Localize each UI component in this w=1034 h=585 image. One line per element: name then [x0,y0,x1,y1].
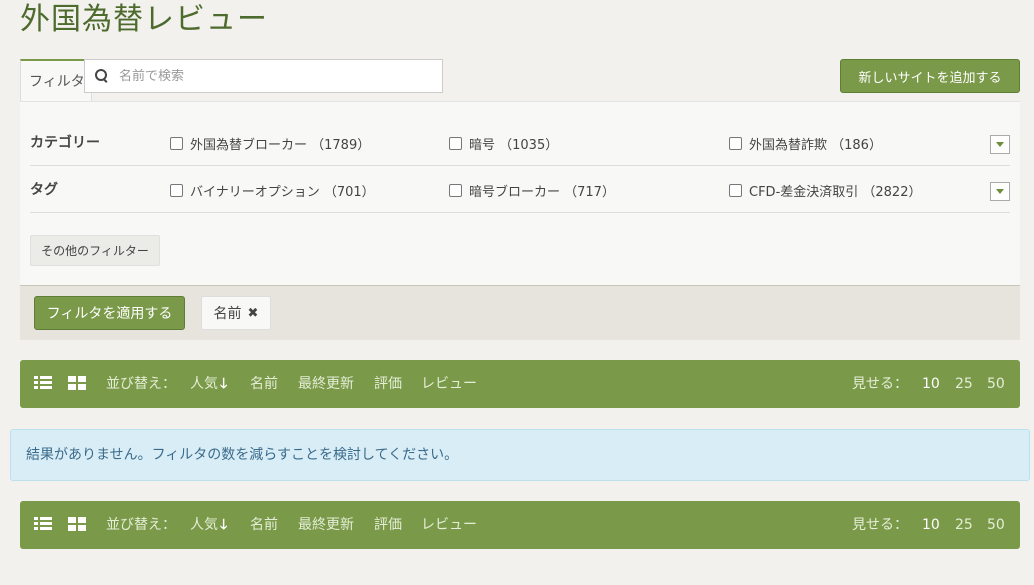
search-input[interactable] [119,68,419,84]
filter-row-label: タグ [30,182,58,198]
filter-row-category: カテゴリー 外国為替ブローカー （1789） 暗号 （1035） 外国為替詐欺 … [30,120,1010,166]
tab-filter[interactable]: フィルタ [20,59,92,103]
no-results-alert: 結果がありません。フィルタの数を減らすことを検討してください。 [10,429,1030,481]
page-size-label: 見せる： [852,376,908,392]
sort-option-name[interactable]: 名前 [250,360,278,408]
filter-row-tag: タグ バイナリーオプション （701） 暗号ブローカー （717） CFD-差金… [30,167,1010,213]
sort-option-label: 人気 [190,376,218,392]
filter-row-label: カテゴリー [30,135,100,151]
checkbox[interactable] [170,183,183,197]
checkbox[interactable] [729,136,742,150]
page-size-25[interactable]: 25 [955,360,973,408]
filter-option-label: 暗号 （1035） [469,137,559,153]
chevron-down-icon[interactable] [990,135,1010,154]
grid-view-icon[interactable] [68,376,86,390]
filter-option-binary-options[interactable]: バイナリーオプション （701） [170,167,375,213]
search-box [84,59,443,93]
sort-option-reviews[interactable]: レビュー [421,501,477,549]
filter-option-label: 外国為替ブローカー （1789） [190,137,371,153]
page-size-10[interactable]: 10 [922,360,940,408]
filter-option-label: 外国為替詐欺 （186） [749,137,882,153]
page-size-25[interactable]: 25 [955,501,973,549]
page-size-label: 見せる： [852,517,908,533]
page-size-50[interactable]: 50 [987,360,1005,408]
sort-label: 並び替え： [106,376,176,392]
page-size-50[interactable]: 50 [987,501,1005,549]
filter-option-label: バイナリーオプション （701） [190,184,375,200]
sort-option-popular[interactable]: 人気 🡓 [190,501,227,549]
add-site-button[interactable]: 新しいサイトを追加する [840,59,1020,93]
filter-option-crypto[interactable]: 暗号 （1035） [449,120,558,166]
page-title: 外国為替レビュー [20,2,268,37]
list-view-icon[interactable] [34,376,52,390]
list-view-icon[interactable] [34,517,52,531]
list-toolbar-top: 並び替え： 人気 🡓 名前 最終更新 評価 レビュー 見せる： 10 25 50 [20,360,1020,408]
sort-option-reviews[interactable]: レビュー [421,360,477,408]
apply-filter-button[interactable]: フィルタを適用する [34,296,185,330]
filter-option-label: 暗号ブローカー （717） [469,184,615,200]
tab-filter-label: フィルタ [29,74,85,90]
filter-option-cfd[interactable]: CFD-差金決済取引 （2822） [729,167,921,213]
active-filter-chip[interactable]: 名前 ✖ [201,296,271,330]
sort-label: 並び替え： [106,517,176,533]
chevron-down-icon[interactable] [990,182,1010,201]
chip-label: 名前 [213,306,242,322]
arrow-down-icon: 🡓 [220,517,228,533]
sort-option-updated[interactable]: 最終更新 [298,501,354,549]
list-toolbar-bottom: 並び替え： 人気 🡓 名前 最終更新 評価 レビュー 見せる： 10 25 50 [20,501,1020,549]
apply-bar: フィルタを適用する 名前 ✖ [20,285,1020,340]
page-size-10[interactable]: 10 [922,501,940,549]
checkbox[interactable] [449,183,462,197]
checkbox[interactable] [170,136,183,150]
filter-panel: カテゴリー 外国為替ブローカー （1789） 暗号 （1035） 外国為替詐欺 … [20,101,1020,286]
filter-option-forex-broker[interactable]: 外国為替ブローカー （1789） [170,120,370,166]
more-filters-button[interactable]: その他のフィルター [30,235,160,266]
sort-option-label: 人気 [190,517,218,533]
close-icon[interactable]: ✖ [248,306,259,321]
checkbox[interactable] [729,183,742,197]
filter-option-crypto-broker[interactable]: 暗号ブローカー （717） [449,167,615,213]
grid-view-icon[interactable] [68,517,86,531]
sort-option-rating[interactable]: 評価 [374,360,402,408]
sort-option-updated[interactable]: 最終更新 [298,360,354,408]
filter-option-label: CFD-差金決済取引 （2822） [749,184,922,200]
sort-option-rating[interactable]: 評価 [374,501,402,549]
sort-option-name[interactable]: 名前 [250,501,278,549]
sort-option-popular[interactable]: 人気 🡓 [190,360,227,408]
search-icon [95,69,109,83]
checkbox[interactable] [449,136,462,150]
filter-option-forex-scam[interactable]: 外国為替詐欺 （186） [729,120,882,166]
arrow-down-icon: 🡓 [220,376,228,392]
